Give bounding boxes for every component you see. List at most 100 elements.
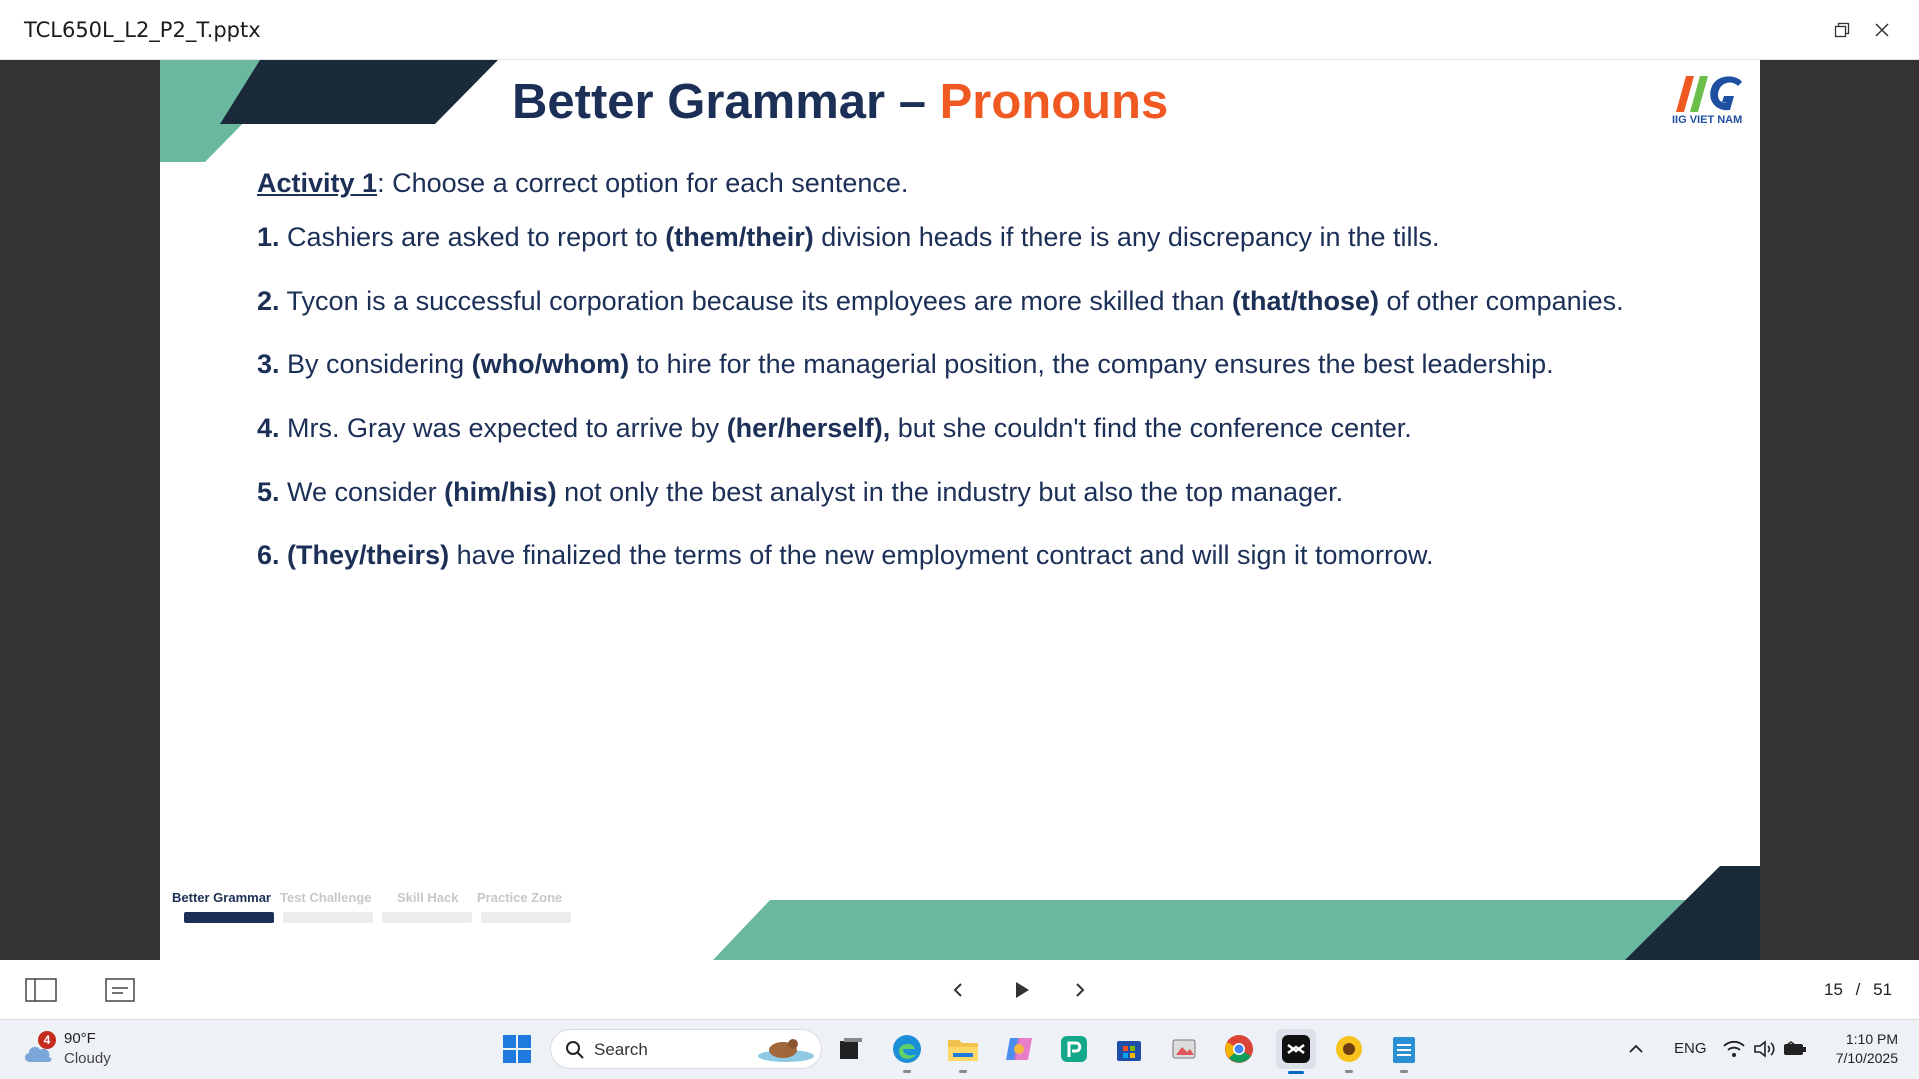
notes-icon [105, 978, 135, 1002]
photos-icon [1172, 1039, 1196, 1059]
search-placeholder: Search [594, 1040, 648, 1059]
taskbar-copilot[interactable] [1002, 1032, 1036, 1066]
taskbar-task-view[interactable] [834, 1032, 868, 1066]
question-3: 3. By considering (who/whom) to hire for… [257, 349, 1554, 380]
progress-label-skill-hack: Skill Hack [397, 890, 459, 905]
edge-icon [893, 1035, 921, 1063]
weather-badge: 4 [38, 1031, 56, 1049]
slide-title: Better Grammar – Pronouns [512, 74, 1168, 130]
taskbar-edge[interactable] [890, 1032, 924, 1073]
progress-label-practice-zone: Practice Zone [477, 890, 563, 905]
question-text: to hire for the managerial position, the… [629, 349, 1554, 379]
close-icon [1875, 23, 1889, 37]
input-language[interactable]: ENG [1674, 1040, 1707, 1057]
wifi-status[interactable] [1722, 1032, 1746, 1066]
title-main: Better Grammar – [512, 75, 940, 129]
battery-status[interactable] [1782, 1032, 1808, 1066]
window-title: TCL650L_L2_P2_T.pptx [24, 18, 261, 42]
running-indicator [903, 1070, 911, 1073]
question-text: By considering [279, 349, 472, 379]
sidebar-toggle-icon [25, 978, 57, 1002]
weather-condition: Cloudy [64, 1050, 111, 1067]
copilot-icon [1006, 1038, 1032, 1060]
active-indicator [1288, 1071, 1304, 1074]
question-6: 6. (They/theirs) have finalized the term… [257, 540, 1434, 571]
progress-label-better-grammar: Better Grammar [172, 890, 271, 905]
taskbar-chrome[interactable] [1222, 1032, 1256, 1066]
current-page: 15 [1824, 980, 1843, 999]
taskbar-sunflower-app[interactable] [1332, 1032, 1366, 1073]
sunflower-icon [1336, 1036, 1362, 1062]
question-text: division heads if there is any discrepan… [813, 222, 1440, 252]
play-icon [1016, 982, 1029, 998]
question-text: Cashiers are asked to report to [279, 222, 666, 252]
clock-date: 7/10/2025 [1835, 1050, 1898, 1066]
next-slide-button[interactable] [1066, 974, 1094, 1006]
previous-icon [953, 983, 962, 997]
question-number: 3. [257, 349, 280, 379]
question-text: but she couldn't find the conference cen… [890, 413, 1412, 443]
question-text: have finalized the terms of the new empl… [449, 540, 1434, 570]
search-highlight-icon [758, 1039, 814, 1062]
task-view-icon [840, 1038, 862, 1059]
question-text: not only the best analyst in the industr… [556, 477, 1344, 507]
folder-icon [948, 1040, 978, 1061]
next-icon [1076, 983, 1085, 997]
volume-icon [1754, 1040, 1775, 1058]
question-2: 2. Tycon is a successful corporation bec… [257, 286, 1624, 317]
close-button[interactable] [1864, 14, 1900, 46]
question-text [280, 540, 288, 570]
total-pages: 51 [1873, 980, 1893, 999]
volume-status[interactable] [1752, 1032, 1776, 1066]
taskbar-notepad[interactable] [1387, 1032, 1421, 1073]
notepad-icon [1393, 1037, 1415, 1063]
question-1: 1. Cashiers are asked to report to (them… [257, 222, 1440, 253]
question-text: We consider [279, 477, 445, 507]
running-indicator [1400, 1070, 1408, 1073]
start-button[interactable] [500, 1032, 534, 1066]
question-text: Mrs. Gray was expected to arrive by [279, 413, 727, 443]
taskbar-capcut[interactable] [1276, 1029, 1316, 1074]
notes-button[interactable] [103, 974, 137, 1006]
taskbar-store[interactable] [1112, 1032, 1146, 1066]
iig-logo-icon [1676, 76, 1742, 112]
show-hidden-icons-button[interactable] [1624, 1032, 1648, 1066]
restore-button[interactable] [1824, 14, 1860, 46]
question-options: (him/his) [444, 477, 557, 507]
question-options: (They/theirs) [287, 540, 450, 570]
play-button[interactable] [1006, 974, 1038, 1006]
activity-text: : Choose a correct option for each sente… [377, 168, 909, 198]
question-options: (who/whom) [471, 349, 630, 379]
question-number: 6. [257, 540, 280, 570]
question-number: 4. [257, 413, 280, 443]
store-icon [1117, 1041, 1141, 1061]
taskbar-search-box[interactable]: Search [550, 1029, 822, 1069]
slide: Better Grammar – Pronouns IIG VIET NAM A… [160, 60, 1760, 960]
running-indicator [959, 1070, 967, 1073]
restore-icon [1834, 22, 1850, 38]
previous-slide-button[interactable] [944, 974, 972, 1006]
taskbar-photos[interactable] [1167, 1032, 1201, 1066]
capcut-icon [1282, 1035, 1310, 1063]
search-icon [566, 1041, 584, 1059]
page-counter: 15 / 51 [1824, 980, 1892, 1000]
weather-temperature: 90°F [64, 1030, 96, 1047]
system-clock[interactable]: 1:10 PM 7/10/2025 [1822, 1030, 1898, 1068]
chevron-up-icon [1629, 1044, 1643, 1053]
viewer-toolbar: 15 / 51 [0, 960, 1919, 1020]
p-app-icon [1061, 1036, 1087, 1062]
question-text: of other companies. [1379, 286, 1624, 316]
windows-start-icon [503, 1035, 531, 1063]
wifi-icon [1723, 1040, 1745, 1057]
question-number: 1. [257, 222, 280, 252]
sidebar-toggle-button[interactable] [24, 974, 58, 1006]
progress-bar [382, 912, 472, 923]
taskbar-app-p[interactable] [1057, 1032, 1091, 1066]
windows-taskbar: 4 90°F Cloudy Search ENG 1:10 PM 7/10/20… [0, 1020, 1919, 1079]
chrome-icon [1225, 1035, 1253, 1063]
question-options: (that/those) [1232, 286, 1379, 316]
activity-instruction: Activity 1: Choose a correct option for … [257, 168, 908, 199]
taskbar-file-explorer[interactable] [946, 1032, 980, 1073]
question-text: Tycon is a successful corporation becaus… [279, 286, 1233, 316]
window-title-bar: TCL650L_L2_P2_T.pptx [0, 0, 1919, 60]
